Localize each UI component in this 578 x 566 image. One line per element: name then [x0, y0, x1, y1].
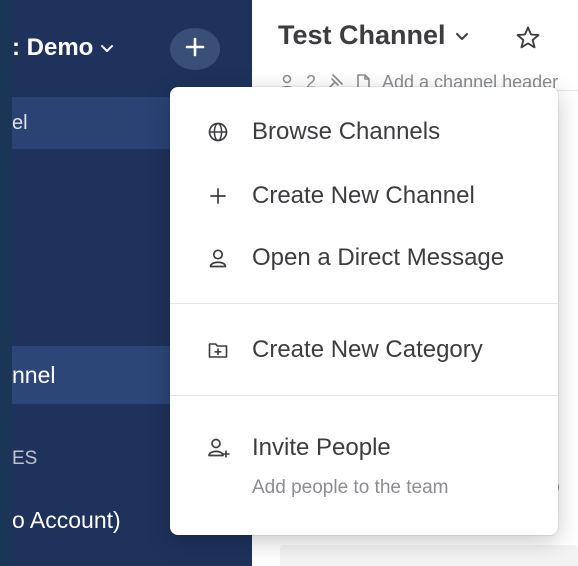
- user-plus-icon: [206, 436, 230, 460]
- invite-people-item[interactable]: Invite People: [170, 423, 558, 473]
- star-icon[interactable]: [514, 24, 542, 57]
- menu-item-label: Invite People: [252, 434, 391, 461]
- sidebar-item-label: el: [12, 112, 28, 134]
- plus-icon: [184, 36, 206, 63]
- sidebar-item-label: nnel: [12, 362, 56, 388]
- team-menu-button[interactable]: : Demo: [12, 28, 115, 68]
- message-area: [280, 545, 578, 566]
- channel-header: Test Channel 2 Add a channel header: [252, 0, 578, 92]
- menu-item-label: Open a Direct Message: [252, 244, 505, 271]
- plus-icon: [206, 184, 230, 208]
- create-new-channel-item[interactable]: Create New Channel: [170, 171, 558, 221]
- menu-item-label: Create New Channel: [252, 182, 475, 209]
- chevron-down-icon: [99, 40, 115, 56]
- user-icon: [206, 246, 230, 270]
- team-name: : Demo: [12, 34, 94, 61]
- chevron-down-icon: [454, 28, 470, 44]
- menu-item-label: Create New Category: [252, 336, 483, 363]
- globe-icon: [206, 120, 230, 144]
- menu-divider: [170, 395, 558, 396]
- menu-divider: [170, 303, 558, 304]
- invite-people-description: Add people to the team: [252, 477, 449, 498]
- add-channel-button[interactable]: [170, 28, 220, 70]
- add-channel-menu: Browse Channels Create New Channel Open …: [170, 87, 558, 535]
- menu-item-label: Browse Channels: [252, 118, 441, 145]
- folder-plus-icon: [206, 338, 230, 362]
- channel-title: Test Channel: [278, 20, 446, 50]
- sidebar-item-label: o Account): [12, 507, 121, 533]
- browse-channels-item[interactable]: Browse Channels: [170, 107, 558, 157]
- category-label: ES: [12, 448, 38, 469]
- open-direct-message-item[interactable]: Open a Direct Message: [170, 233, 558, 283]
- window-edge: [0, 0, 12, 566]
- create-new-category-item[interactable]: Create New Category: [170, 325, 558, 375]
- channel-title-button[interactable]: Test Channel: [278, 20, 470, 51]
